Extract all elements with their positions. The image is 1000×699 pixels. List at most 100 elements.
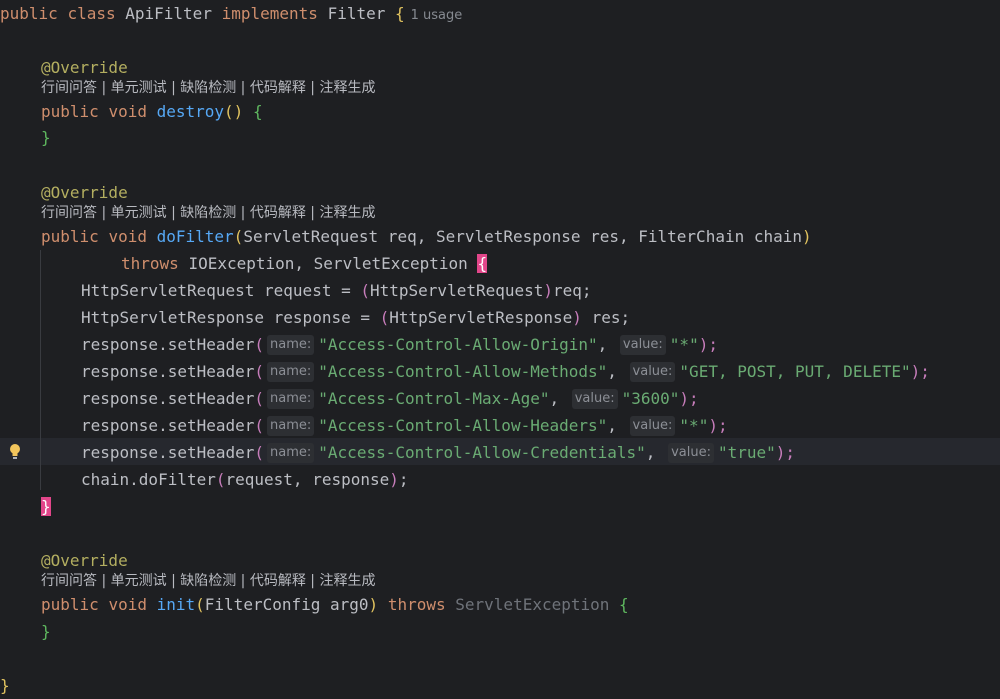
class-declaration-line: public class ApiFilter implements Filter… [0, 0, 462, 27]
paren: ( [254, 416, 265, 435]
paren: ) [543, 281, 554, 300]
parameter-hint: value: [629, 415, 676, 436]
declaration: HttpServletResponse response = [81, 308, 380, 327]
set-header-line: response.setHeader(name: "Access-Control-… [81, 331, 718, 358]
paren: ( [254, 362, 265, 381]
usage-hint[interactable]: 1 usage [411, 8, 463, 23]
destroy-signature: public void destroy() { [41, 98, 263, 125]
paren: ); [910, 362, 930, 381]
method-call: response.setHeader [81, 362, 255, 381]
method-call: response.setHeader [81, 443, 255, 462]
matched-brace: { [477, 254, 488, 273]
method-call: response.setHeader [81, 416, 255, 435]
code-lens-actions[interactable]: 行间问答 | 单元测试 | 缺陷检测 | 代码解释 | 注释生成 [41, 203, 375, 223]
keyword: implements [221, 4, 318, 23]
keyword: public [41, 227, 99, 246]
string-literal: "Access-Control-Max-Age" [318, 389, 550, 408]
paren: ( [254, 335, 265, 354]
parens: () [224, 102, 244, 121]
parameter-hint: value: [629, 361, 676, 382]
method-name: destroy [156, 102, 225, 121]
method-call: response.setHeader [81, 389, 255, 408]
parameters: ServletRequest req, ServletResponse res,… [243, 227, 803, 246]
keyword: public [41, 102, 99, 121]
keyword: public [0, 4, 58, 23]
comma: , [597, 335, 617, 354]
string-literal: "Access-Control-Allow-Methods" [318, 362, 608, 381]
string-literal: "true" [717, 443, 776, 462]
keyword: void [108, 227, 147, 246]
expression: res; [581, 308, 631, 327]
code-lens-actions[interactable]: 行间问答 | 单元测试 | 缺陷检测 | 代码解释 | 注释生成 [41, 78, 375, 98]
matched-brace: } [41, 497, 51, 516]
lightbulb-icon[interactable] [8, 443, 22, 461]
parameter-hint: value: [571, 388, 618, 409]
comma: , [607, 362, 627, 381]
comma: , [607, 416, 627, 435]
string-literal: "Access-Control-Allow-Headers" [318, 416, 608, 435]
parameter-hint: name: [267, 415, 315, 436]
closing-brace: } [41, 493, 51, 520]
keyword: class [67, 4, 116, 23]
brace: { [395, 4, 405, 23]
indent-guide [40, 250, 41, 490]
cast-type: HttpServletRequest [370, 281, 544, 300]
brace: { [252, 102, 263, 121]
closing-brace: } [41, 622, 51, 641]
paren: ) [802, 227, 812, 246]
paren: ( [254, 443, 265, 462]
set-header-line: response.setHeader(name: "Access-Control-… [81, 385, 699, 412]
method-name: init [156, 595, 196, 614]
semicolon: ; [398, 470, 409, 489]
chain-call-line: chain.doFilter(request, response); [81, 466, 409, 493]
keyword: void [108, 595, 147, 614]
declaration: HttpServletRequest request = [81, 281, 361, 300]
class-name: ApiFilter [125, 4, 212, 23]
paren: ( [233, 227, 244, 246]
method-call: response.setHeader [81, 335, 255, 354]
exception-type: ServletException [455, 595, 610, 614]
arguments: request, response [225, 470, 390, 489]
parameters: FilterConfig arg0 [204, 595, 369, 614]
paren: ( [360, 281, 370, 300]
override-annotation: @Override [41, 58, 128, 77]
set-header-line: response.setHeader(name: "Access-Control-… [81, 358, 930, 385]
keyword: throws [387, 595, 446, 614]
keyword: throws [121, 254, 179, 273]
expression: req; [553, 281, 592, 300]
parameter-hint: name: [267, 442, 315, 463]
paren: ); [775, 443, 796, 462]
set-header-line: response.setHeader(name: "Access-Control-… [81, 439, 795, 466]
code-lens-actions[interactable]: 行间问答 | 单元测试 | 缺陷检测 | 代码解释 | 注释生成 [41, 571, 375, 591]
string-literal: "Access-Control-Allow-Credentials" [318, 443, 646, 462]
throws-clause: throws IOException, ServletException { [121, 250, 488, 277]
parameter-hint: name: [267, 361, 315, 382]
parameter-hint: name: [267, 334, 315, 355]
parameter-hint: value: [668, 442, 714, 463]
parameter-hint: name: [267, 388, 315, 409]
string-literal: "3600" [621, 389, 680, 408]
comma: , [549, 389, 569, 408]
parameter-hint: value: [619, 334, 666, 355]
override-annotation: @Override [41, 551, 128, 570]
set-header-line: response.setHeader(name: "Access-Control-… [81, 412, 728, 439]
paren: ( [215, 470, 226, 489]
dofilter-signature: public void doFilter(ServletRequest req,… [41, 223, 812, 250]
closing-brace: } [41, 128, 51, 147]
paren: ); [679, 389, 699, 408]
init-signature: public void init(FilterConfig arg0) thro… [41, 591, 629, 618]
exceptions: IOException, ServletException [188, 254, 468, 273]
string-literal: "*" [669, 335, 699, 354]
keyword: void [108, 102, 147, 121]
paren: ( [195, 595, 205, 614]
paren: ( [379, 308, 390, 327]
paren: ( [254, 389, 265, 408]
brace: { [619, 595, 629, 614]
paren: ) [389, 470, 399, 489]
paren: ) [368, 595, 379, 614]
paren: ); [698, 335, 718, 354]
cast-type: HttpServletResponse [389, 308, 573, 327]
method-name: doFilter [156, 227, 234, 246]
string-literal: "*" [679, 416, 709, 435]
interface-name: Filter [327, 4, 386, 23]
